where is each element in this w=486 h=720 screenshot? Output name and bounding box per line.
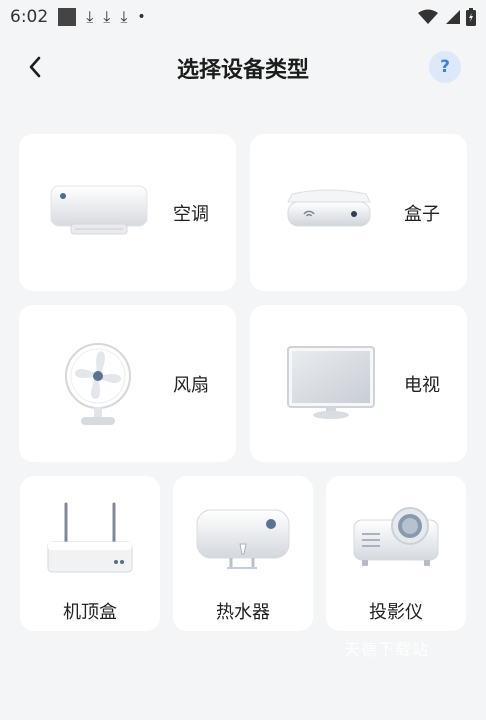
tv-icon [287,346,375,419]
signal-icon [446,10,460,24]
device-card-projector[interactable]: 投影仪 [326,476,466,631]
projector-icon [353,507,439,566]
device-label-ac: 空调 [173,203,209,225]
download-icon: ⤓ [86,7,94,26]
device-label-router: 机顶盒 [63,602,117,623]
download-icon: ⤓ [103,7,111,26]
device-card-tv[interactable]: 电视 [250,305,467,462]
status-right [418,8,476,26]
set-top-box-icon [47,502,133,573]
device-label-tv: 电视 [404,374,440,396]
fan-icon [65,343,131,425]
status-time: 6:02 [10,7,49,27]
device-card-router[interactable]: 机顶盒 [20,476,160,631]
wifi-icon [418,9,438,24]
air-conditioner-icon [50,185,148,235]
help-question-icon: ? [440,57,450,77]
device-card-box[interactable]: 盒子 [250,134,467,291]
device-label-fan: 风扇 [173,374,209,396]
watermark: 天德下载站 [344,640,430,659]
page-title: 选择设备类型 [176,58,309,83]
help-button[interactable]: ? [429,51,461,83]
device-card-ac[interactable]: 空调 [19,134,236,291]
device-label-heater: 热水器 [216,602,270,623]
status-bar: 6:02 ⤓ ⤓ ⤓ • [0,0,486,34]
tv-box-icon [287,189,371,227]
battery-icon [466,8,476,26]
device-card-heater[interactable]: 热水器 [173,476,313,631]
notification-square-icon [58,8,77,26]
header: 选择设备类型 ? [0,40,486,94]
device-label-projector: 投影仪 [369,602,423,623]
water-heater-icon [196,509,290,569]
device-card-fan[interactable]: 风扇 [19,305,236,462]
status-left: 6:02 ⤓ ⤓ ⤓ • [10,7,146,27]
download-icon: ⤓ [120,7,128,26]
device-label-box: 盒子 [404,203,440,225]
more-notifications-dot-icon: • [137,9,146,25]
